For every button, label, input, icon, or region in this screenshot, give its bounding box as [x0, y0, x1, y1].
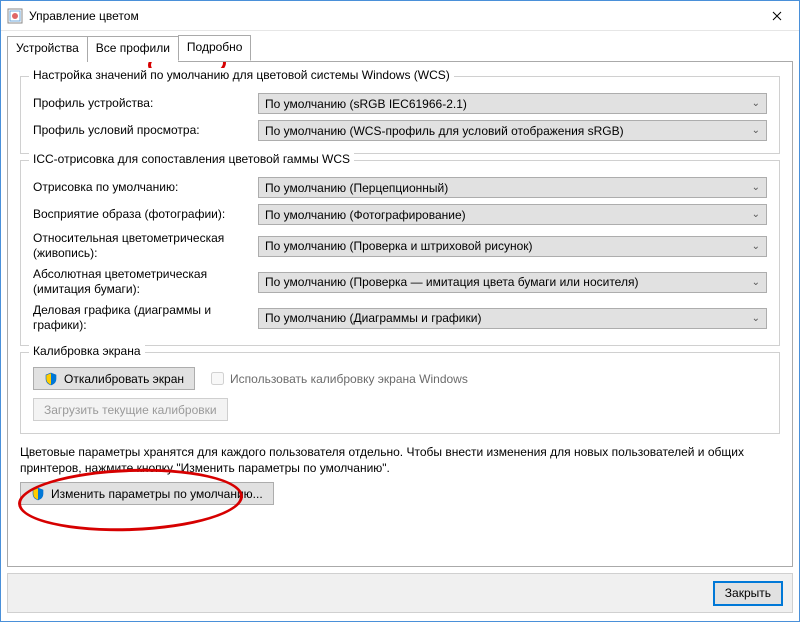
chevron-down-icon: ⌄	[752, 241, 760, 252]
select-viewing-profile[interactable]: По умолчанию (WCS-профиль для условий от…	[258, 120, 767, 141]
dialog-footer: Закрыть	[7, 573, 793, 613]
label-relative: Относительная цветометрическая (живопись…	[33, 231, 258, 261]
group-display-calibration: Калибровка экрана Откалибровать экран Ис…	[20, 352, 780, 434]
group-wcs-defaults: Настройка значений по умолчанию для цвет…	[20, 76, 780, 154]
window-title: Управление цветом	[29, 9, 139, 23]
group-wcs-title: Настройка значений по умолчанию для цвет…	[29, 68, 454, 82]
defaults-note-text: Цветовые параметры хранятся для каждого …	[20, 444, 780, 476]
label-viewing-profile: Профиль условий просмотра:	[33, 123, 258, 138]
close-button-label: Закрыть	[725, 586, 771, 600]
label-device-profile: Профиль устройства:	[33, 96, 258, 111]
tab-all-profiles[interactable]: Все профили	[87, 36, 179, 62]
calibrate-display-label: Откалибровать экран	[64, 372, 184, 386]
select-business[interactable]: По умолчанию (Диаграммы и графики) ⌄	[258, 308, 767, 329]
change-defaults-button[interactable]: Изменить параметры по умолчанию...	[20, 482, 274, 505]
app-icon	[7, 8, 23, 24]
chevron-down-icon: ⌄	[752, 182, 760, 193]
select-absolute-value: По умолчанию (Проверка — имитация цвета …	[265, 275, 638, 289]
change-defaults-label: Изменить параметры по умолчанию...	[51, 487, 263, 501]
group-icc-rendering: ICC-отрисовка для сопоставления цветовой…	[20, 160, 780, 346]
label-perceptual: Восприятие образа (фотографии):	[33, 207, 258, 222]
select-absolute[interactable]: По умолчанию (Проверка — имитация цвета …	[258, 272, 767, 293]
tab-panel-advanced: Настройка значений по умолчанию для цвет…	[7, 61, 793, 567]
color-management-window: Управление цветом Устройства Все профили…	[0, 0, 800, 622]
shield-icon	[31, 487, 45, 501]
chevron-down-icon: ⌄	[752, 98, 760, 109]
tab-strip: Устройства Все профили Подробно	[7, 35, 793, 61]
chevron-down-icon: ⌄	[752, 209, 760, 220]
select-perceptual[interactable]: По умолчанию (Фотографирование) ⌄	[258, 204, 767, 225]
label-business: Деловая графика (диаграммы и графики):	[33, 303, 258, 333]
select-viewing-profile-value: По умолчанию (WCS-профиль для условий от…	[265, 124, 624, 138]
chevron-down-icon: ⌄	[752, 277, 760, 288]
tab-advanced[interactable]: Подробно	[178, 35, 252, 61]
shield-icon	[44, 372, 58, 386]
select-relative[interactable]: По умолчанию (Проверка и штриховой рисун…	[258, 236, 767, 257]
use-windows-calibration-label: Использовать калибровку экрана Windows	[230, 372, 468, 386]
window-close-button[interactable]	[754, 1, 799, 30]
select-default-render[interactable]: По умолчанию (Перцепционный) ⌄	[258, 177, 767, 198]
select-device-profile[interactable]: По умолчанию (sRGB IEC61966-2.1) ⌄	[258, 93, 767, 114]
group-calibration-title: Калибровка экрана	[29, 344, 145, 358]
chevron-down-icon: ⌄	[752, 313, 760, 324]
select-default-render-value: По умолчанию (Перцепционный)	[265, 181, 448, 195]
select-relative-value: По умолчанию (Проверка и штриховой рисун…	[265, 239, 533, 253]
select-device-profile-value: По умолчанию (sRGB IEC61966-2.1)	[265, 97, 467, 111]
chevron-down-icon: ⌄	[752, 125, 760, 136]
group-icc-title: ICC-отрисовка для сопоставления цветовой…	[29, 152, 354, 166]
reload-calibrations-button: Загрузить текущие калибровки	[33, 398, 228, 421]
titlebar: Управление цветом	[1, 1, 799, 31]
use-windows-calibration-checkbox[interactable]: Использовать калибровку экрана Windows	[211, 372, 468, 386]
use-windows-calibration-input[interactable]	[211, 372, 224, 385]
tab-devices[interactable]: Устройства	[7, 36, 88, 62]
label-default-render: Отрисовка по умолчанию:	[33, 180, 258, 195]
select-business-value: По умолчанию (Диаграммы и графики)	[265, 311, 481, 325]
select-perceptual-value: По умолчанию (Фотографирование)	[265, 208, 466, 222]
close-button[interactable]: Закрыть	[714, 582, 782, 605]
calibrate-display-button[interactable]: Откалибровать экран	[33, 367, 195, 390]
reload-calibrations-label: Загрузить текущие калибровки	[44, 403, 217, 417]
label-absolute: Абсолютная цветометрическая (имитация бу…	[33, 267, 258, 297]
